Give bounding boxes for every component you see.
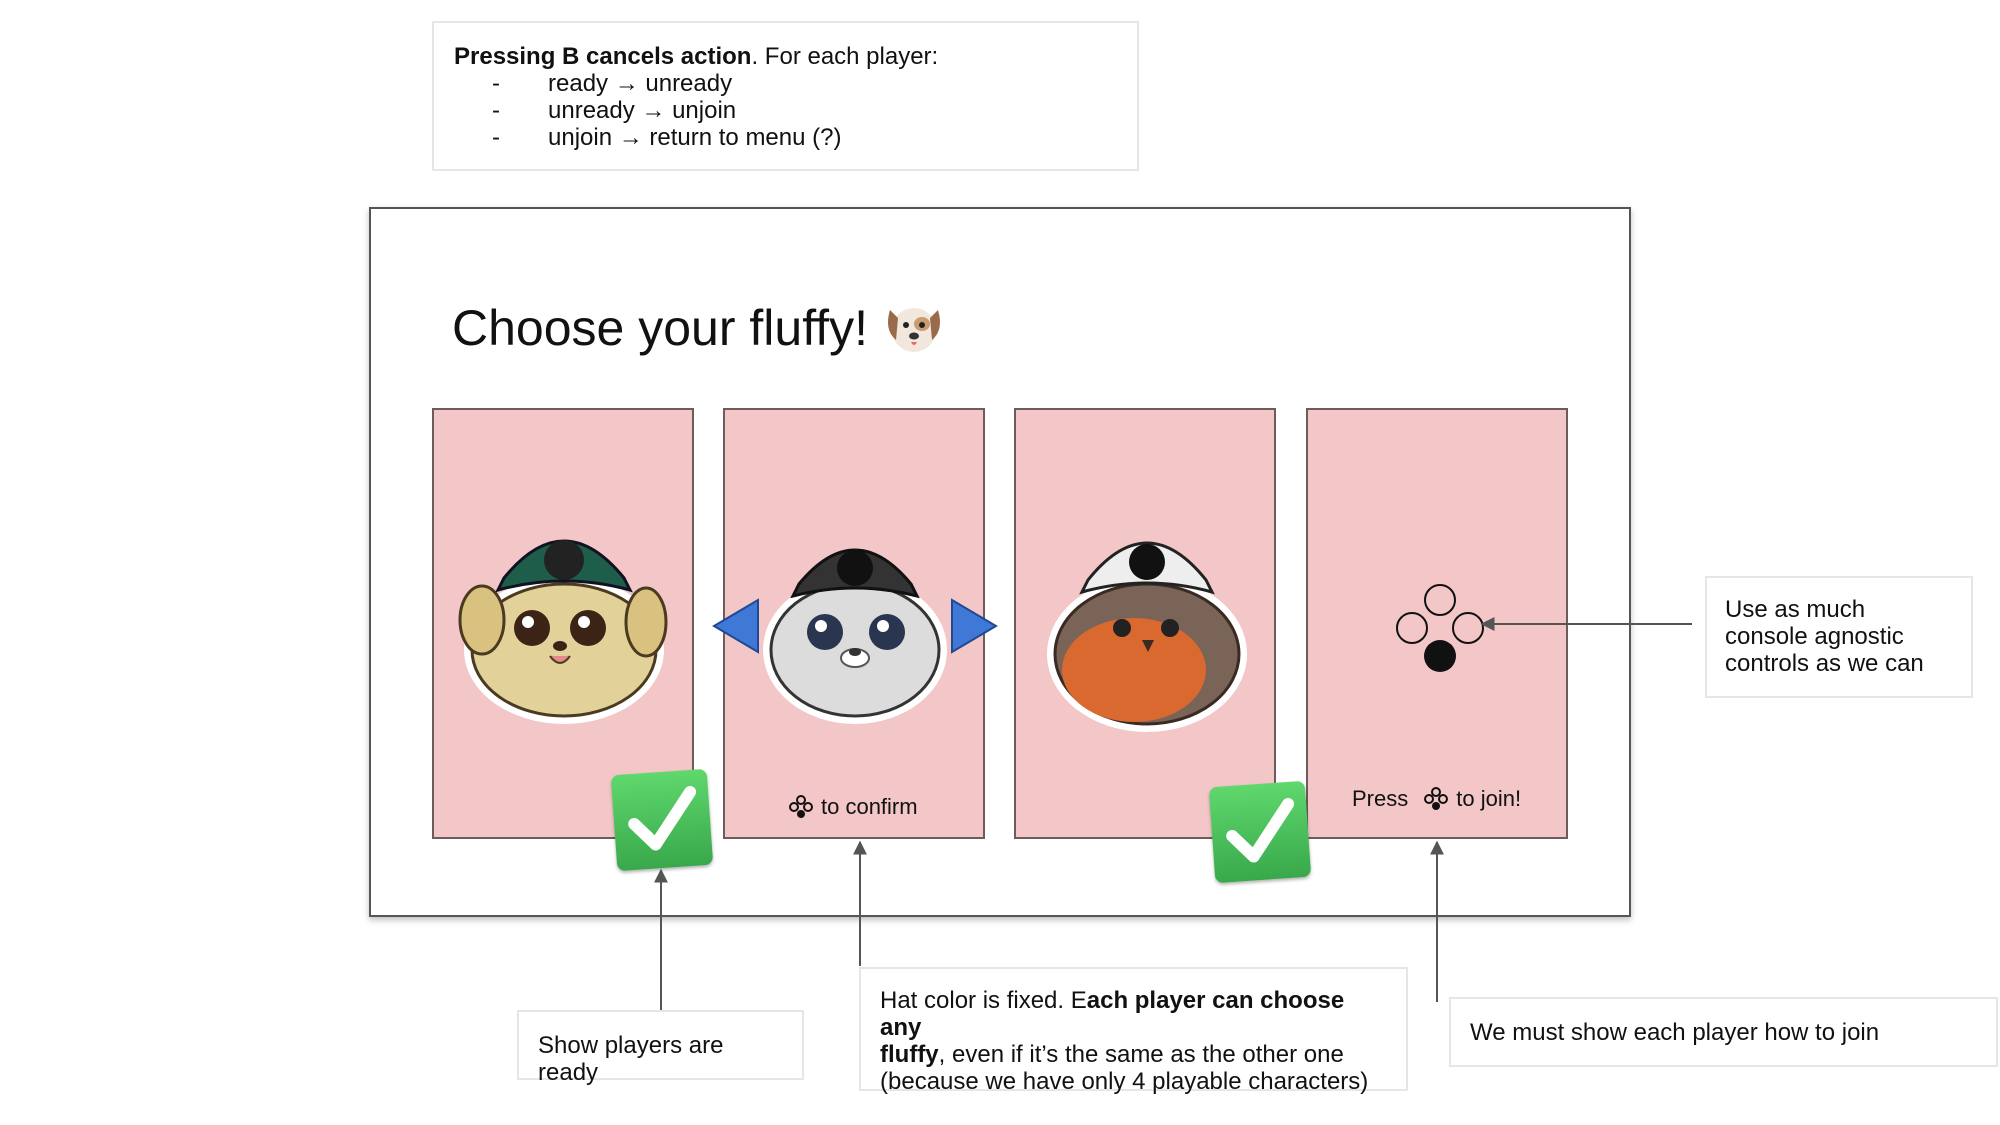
note-join: We must show each player how to join [1449, 997, 1998, 1067]
note-ready: Show players are ready [517, 1010, 804, 1086]
annotation-connectors [654, 617, 1692, 1012]
note-controls: Use as much console agnostic controls as… [1705, 576, 1973, 698]
note-hat-color: Hat color is fixed. Each player can choo… [859, 967, 1408, 1095]
